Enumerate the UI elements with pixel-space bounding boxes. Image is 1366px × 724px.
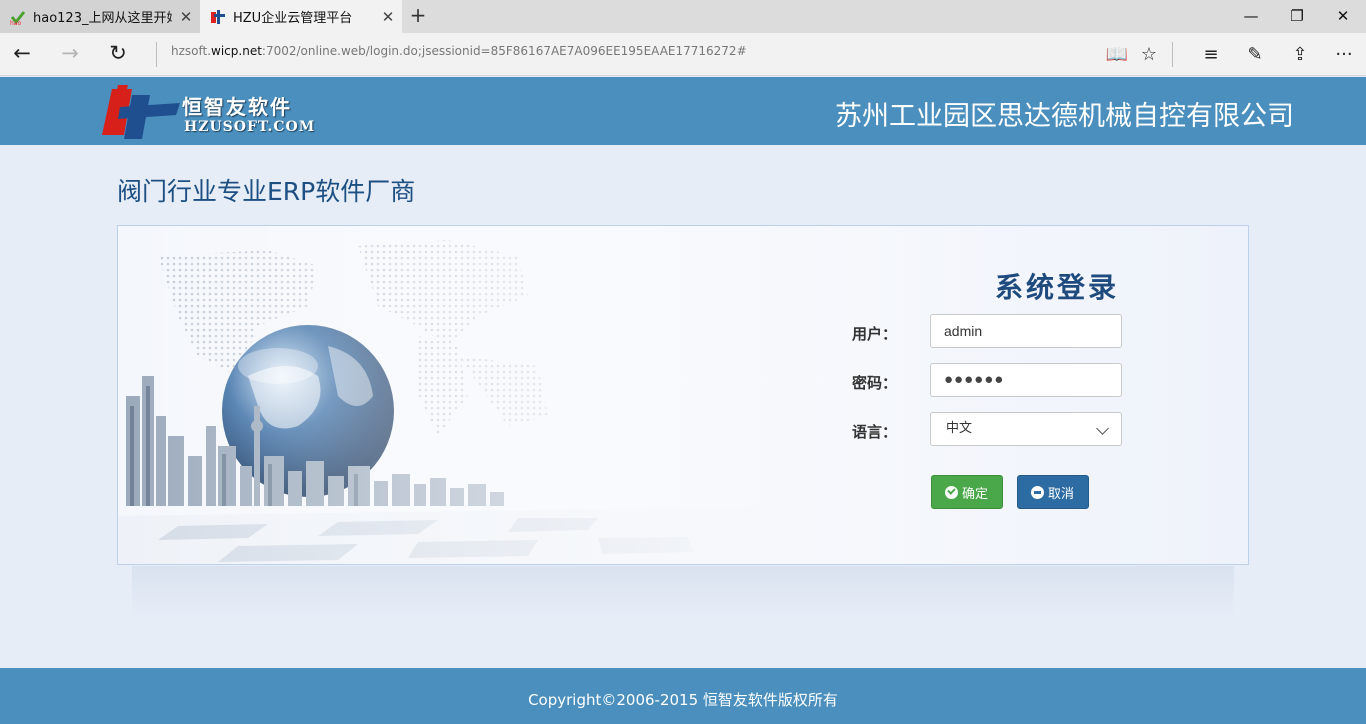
address-field[interactable]: hzsoft.wicp.net:7002/online.web/login.do… [171, 33, 747, 76]
more-icon[interactable]: ··· [1326, 33, 1362, 76]
toolbar-divider [1172, 42, 1173, 67]
site-footer: Copyright©2006-2015 恒智友软件版权所有 [0, 668, 1366, 724]
logo-cn-text: 恒智友软件 [182, 95, 292, 119]
copyright-text: Copyright©2006-2015 恒智友软件版权所有 [528, 691, 838, 709]
favorite-star-icon[interactable]: ☆ [1131, 33, 1167, 76]
share-icon[interactable]: ⇪ [1282, 33, 1318, 76]
minimize-icon[interactable]: — [1228, 0, 1274, 33]
logo: 恒智友软件 HZUSOFT.COM [98, 83, 314, 141]
confirm-label: 确定 [962, 486, 989, 502]
forward-icon[interactable]: → [50, 33, 90, 76]
back-icon[interactable]: ← [2, 33, 42, 76]
tab-hao123[interactable]: hao hao123_上网从这里开始 ✕ [0, 0, 200, 33]
cancel-button[interactable]: 取消 [1017, 475, 1089, 509]
minus-circle-icon [1031, 485, 1044, 499]
close-window-icon[interactable]: ✕ [1320, 0, 1366, 33]
password-input[interactable]: ●●●●●● [930, 363, 1122, 397]
confirm-button[interactable]: 确定 [931, 475, 1003, 509]
globe-city-illustration [118, 226, 818, 564]
new-tab-icon[interactable]: + [404, 0, 432, 33]
language-label: 语言： [852, 423, 898, 441]
url-path: :7002/online.web/login.do;jsessionid=85F… [261, 44, 747, 58]
url-prefix: hzsoft. [171, 44, 212, 58]
refresh-icon[interactable]: ↻ [98, 33, 138, 76]
hzu-icon [210, 9, 226, 25]
hub-icon[interactable]: ≡ [1193, 33, 1229, 76]
login-title: 系统登录 [994, 271, 1119, 304]
login-panel: 系统登录 用户： admin 密码： ●●●●●● 语言： 中文 确定 取消 [117, 225, 1249, 565]
chevron-down-icon [1096, 422, 1109, 435]
slogan: 阀门行业专业ERP软件厂商 [117, 177, 416, 206]
logo-icon [102, 85, 180, 139]
url-domain: wicp.net [211, 44, 262, 58]
browser-toolbar: ← → ↻ hzsoft.wicp.net:7002/online.web/lo… [0, 33, 1366, 76]
site-header: 恒智友软件 HZUSOFT.COM 苏州工业园区思达德机械自控有限公司 [0, 77, 1366, 145]
check-circle-icon [945, 485, 958, 499]
panel-shadow [132, 566, 1234, 618]
close-tab-icon[interactable]: ✕ [374, 8, 402, 26]
tab-title: hao123_上网从这里开始 [33, 11, 172, 26]
svg-text:hao: hao [10, 20, 21, 25]
logo-en-text: HZUSOFT.COM [184, 119, 316, 135]
tab-title: HZU企业云管理平台 [233, 11, 353, 26]
reading-view-icon[interactable]: 📖 [1099, 33, 1135, 76]
hao123-icon: hao [10, 9, 26, 27]
password-label: 密码： [852, 374, 898, 392]
tab-hzu[interactable]: HZU企业云管理平台 ✕ [200, 0, 402, 33]
browser-tab-bar: hao hao123_上网从这里开始 ✕ HZU企业云管理平台 ✕ + — ❐ … [0, 0, 1366, 33]
language-selected-value: 中文 [946, 421, 973, 436]
web-note-icon[interactable]: ✎ [1237, 33, 1273, 76]
language-select[interactable]: 中文 [930, 412, 1122, 446]
cancel-label: 取消 [1048, 486, 1075, 502]
username-label: 用户： [852, 325, 898, 343]
username-input[interactable]: admin [930, 314, 1122, 348]
restore-icon[interactable]: ❐ [1274, 0, 1320, 33]
company-name: 苏州工业园区思达德机械自控有限公司 [835, 101, 1294, 132]
close-tab-icon[interactable]: ✕ [172, 8, 200, 26]
toolbar-divider [156, 42, 157, 67]
